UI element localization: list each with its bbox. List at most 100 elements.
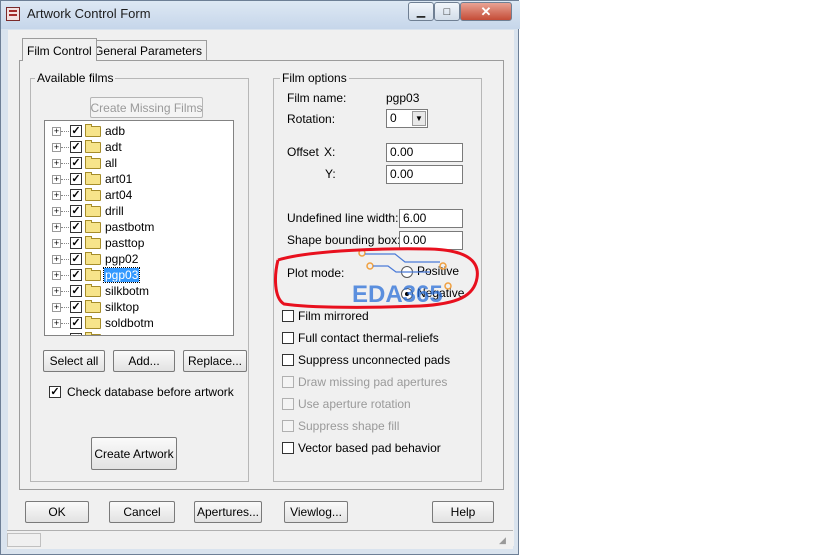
folder-icon: [85, 156, 101, 169]
list-item[interactable]: + ✓ adt: [45, 139, 217, 155]
list-item-partial[interactable]: +✓: [45, 331, 217, 336]
tree-connector: [61, 163, 69, 164]
list-item[interactable]: + ✓ pgp03: [45, 267, 217, 283]
list-item[interactable]: + ✓ all: [45, 155, 217, 171]
check-database-checkbox[interactable]: ✓: [49, 386, 61, 398]
rotation-select[interactable]: 0 ▼: [386, 109, 428, 128]
tab-general-parameters[interactable]: General Parameters: [89, 40, 208, 60]
minimize-button[interactable]: ▁: [408, 2, 434, 21]
ok-button[interactable]: OK: [25, 501, 89, 523]
folder-icon: [85, 204, 101, 217]
offset-x-input[interactable]: 0.00: [386, 143, 463, 162]
tree-connector: [61, 291, 69, 292]
film-checkbox[interactable]: ✓: [70, 189, 82, 201]
create-artwork-button[interactable]: Create Artwork: [91, 437, 177, 470]
viewlog-button[interactable]: Viewlog...: [284, 501, 348, 523]
tab-film-control[interactable]: Film Control: [22, 38, 97, 61]
cancel-button[interactable]: Cancel: [109, 501, 175, 523]
create-missing-films-button[interactable]: Create Missing Films: [90, 97, 203, 118]
list-item[interactable]: + ✓ pastbotm: [45, 219, 217, 235]
film-option-checkbox[interactable]: [282, 332, 294, 344]
close-button[interactable]: ✕: [460, 2, 512, 21]
maximize-button[interactable]: □: [434, 2, 460, 21]
expand-icon[interactable]: +: [52, 319, 61, 328]
list-item[interactable]: + ✓ adb: [45, 123, 217, 139]
title-bar[interactable]: Artwork Control Form ▁ □ ✕: [1, 1, 520, 29]
expand-icon[interactable]: +: [52, 223, 61, 232]
expand-icon[interactable]: +: [52, 191, 61, 200]
resize-grip-icon[interactable]: ◢: [499, 535, 511, 547]
expand-icon[interactable]: +: [52, 239, 61, 248]
film-label: pgp03: [102, 267, 141, 283]
list-item[interactable]: + ✓ pasttop: [45, 235, 217, 251]
expand-icon[interactable]: +: [52, 287, 61, 296]
film-checkbox[interactable]: ✓: [70, 173, 82, 185]
offset-label: Offset: [287, 145, 319, 159]
expand-icon[interactable]: +: [52, 271, 61, 280]
expand-icon[interactable]: +: [52, 207, 61, 216]
film-checkbox[interactable]: ✓: [70, 285, 82, 297]
rotation-value: 0: [390, 111, 397, 125]
help-button[interactable]: Help: [432, 501, 494, 523]
offset-y-input[interactable]: 0.00: [386, 165, 463, 184]
film-checkbox[interactable]: ✓: [70, 237, 82, 249]
film-label: adt: [105, 140, 122, 154]
folder-icon: [85, 332, 101, 335]
film-option-label: Use aperture rotation: [298, 397, 411, 411]
expand-icon[interactable]: +: [52, 303, 61, 312]
list-item[interactable]: + ✓ art04: [45, 187, 217, 203]
select-all-button[interactable]: Select all: [43, 350, 105, 372]
film-checkbox[interactable]: ✓: [70, 253, 82, 265]
films-list[interactable]: + ✓ adb + ✓ adt + ✓ all + ✓ art01 + ✓ art04 + ✓ drill + ✓ pa…: [44, 120, 234, 336]
film-option-checkbox[interactable]: [282, 442, 294, 454]
tree-connector: [61, 275, 69, 276]
expand-icon[interactable]: +: [52, 159, 61, 168]
tree-connector: [61, 227, 69, 228]
film-option-label: Suppress shape fill: [298, 419, 400, 433]
film-checkbox[interactable]: ✓: [70, 141, 82, 153]
film-label: drill: [105, 204, 124, 218]
film-checkbox[interactable]: ✓: [70, 221, 82, 233]
window-title: Artwork Control Form: [27, 6, 151, 21]
film-option-checkbox[interactable]: [282, 354, 294, 366]
apertures-button[interactable]: Apertures...: [194, 501, 262, 523]
status-bar: ◢: [7, 530, 513, 549]
film-checkbox[interactable]: ✓: [70, 157, 82, 169]
expand-icon[interactable]: +: [54, 335, 59, 336]
film-option-checkbox: [282, 420, 294, 432]
list-item[interactable]: + ✓ silkbotm: [45, 283, 217, 299]
expand-icon[interactable]: +: [52, 255, 61, 264]
film-checkbox[interactable]: ✓: [70, 333, 82, 335]
app-icon[interactable]: [6, 7, 20, 21]
list-item[interactable]: + ✓ soldbotm: [45, 315, 217, 331]
tree-connector: [61, 307, 69, 308]
film-checkbox[interactable]: ✓: [70, 317, 82, 329]
expand-icon[interactable]: +: [52, 143, 61, 152]
annotation-overlay: EDA365: [274, 247, 479, 309]
expand-icon[interactable]: +: [52, 175, 61, 184]
undefined-line-width-input[interactable]: 6.00: [399, 209, 463, 228]
folder-icon: [85, 140, 101, 153]
replace-button[interactable]: Replace...: [183, 350, 247, 372]
film-label: adb: [105, 124, 126, 138]
tree-connector: [61, 259, 69, 260]
expand-icon[interactable]: +: [52, 127, 61, 136]
tree-connector: [61, 211, 69, 212]
film-options-legend: Film options: [280, 71, 349, 85]
chevron-down-icon[interactable]: ▼: [412, 111, 426, 126]
offset-y-label: Y:: [325, 167, 336, 181]
film-option-label: Full contact thermal-reliefs: [298, 331, 439, 345]
list-item[interactable]: + ✓ silktop: [45, 299, 217, 315]
folder-icon: [85, 236, 101, 249]
list-item[interactable]: + ✓ pgp02: [45, 251, 217, 267]
list-item[interactable]: + ✓ drill: [45, 203, 217, 219]
offset-x-label: X:: [324, 145, 336, 159]
film-checkbox[interactable]: ✓: [70, 125, 82, 137]
add-button[interactable]: Add...: [113, 350, 175, 372]
folder-icon: [85, 284, 101, 297]
film-label: soldbotm: [105, 316, 154, 330]
film-checkbox[interactable]: ✓: [70, 301, 82, 313]
film-checkbox[interactable]: ✓: [70, 205, 82, 217]
list-item[interactable]: + ✓ art01: [45, 171, 217, 187]
film-checkbox[interactable]: ✓: [70, 269, 82, 281]
